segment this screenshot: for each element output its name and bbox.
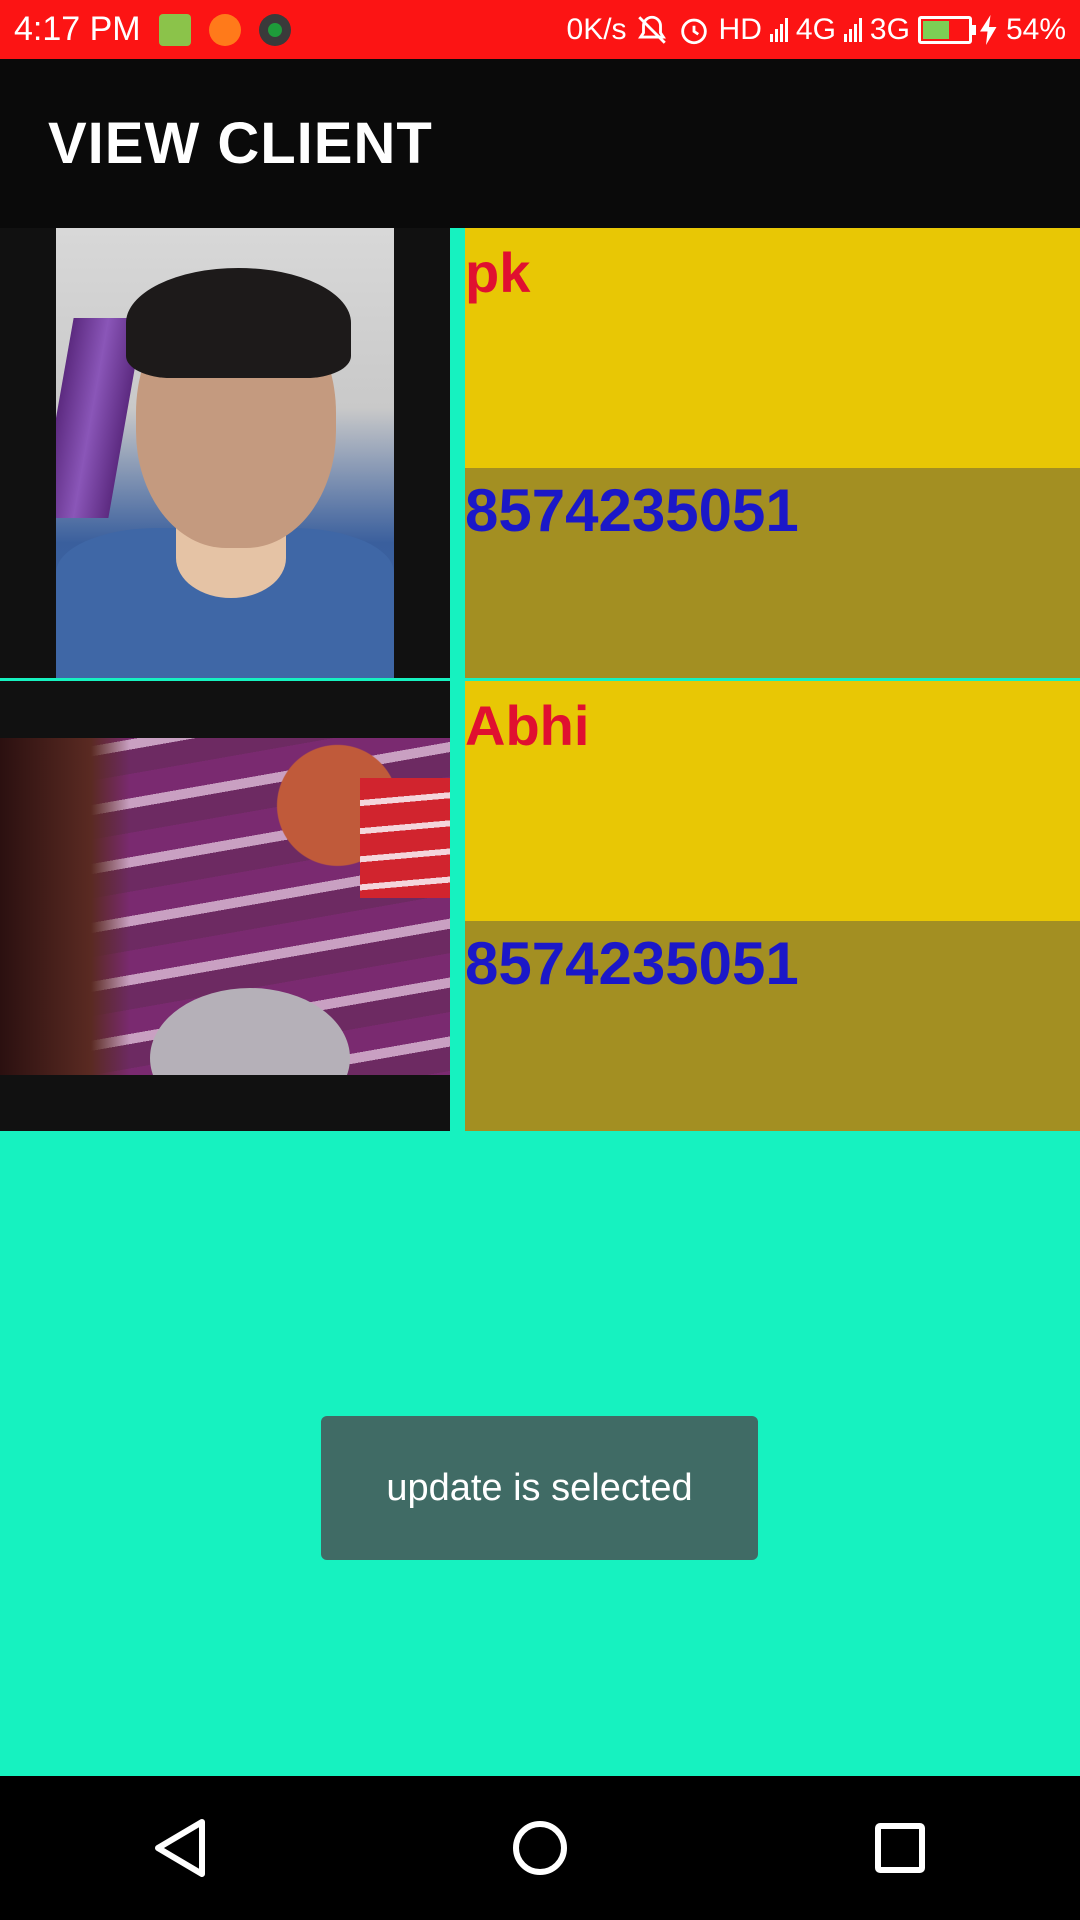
home-button[interactable] bbox=[480, 1788, 600, 1908]
recents-icon bbox=[875, 1823, 925, 1873]
client-phone: 8574235051 bbox=[465, 930, 799, 997]
battery-icon bbox=[917, 15, 976, 44]
client-phone: 8574235051 bbox=[465, 477, 799, 544]
hd-label: HD bbox=[718, 12, 762, 46]
alarm-icon bbox=[680, 18, 707, 44]
mute-icon bbox=[637, 15, 666, 44]
client-phone-cell: 8574235051 bbox=[465, 468, 1080, 678]
status-bar: 4:17 PM 0K/s HD 4G 3G 54% bbox=[0, 0, 1080, 59]
page-title: VIEW CLIENT bbox=[48, 111, 433, 176]
signal-icon bbox=[769, 17, 788, 42]
network-3g: 3G bbox=[869, 12, 910, 46]
crop-icon bbox=[208, 13, 241, 46]
client-photo bbox=[56, 228, 394, 678]
client-list: pk 8574235051 Abhi 8574235051 bbox=[0, 228, 1080, 1131]
client-row[interactable]: Abhi 8574235051 bbox=[0, 681, 1080, 1131]
signal-icon bbox=[843, 17, 862, 42]
net-speed: 0K/s bbox=[566, 12, 627, 46]
row-divider bbox=[450, 681, 465, 1131]
status-time: 4:17 PM bbox=[14, 10, 141, 48]
client-phone-cell: 8574235051 bbox=[465, 921, 1080, 1131]
home-icon bbox=[513, 1821, 567, 1875]
charging-icon bbox=[979, 14, 997, 45]
back-icon bbox=[155, 1819, 205, 1877]
client-name: pk bbox=[465, 241, 531, 304]
client-photo bbox=[0, 738, 450, 1075]
client-photo-area bbox=[0, 228, 450, 678]
client-photo-area bbox=[0, 681, 450, 1131]
client-name-cell: Abhi bbox=[465, 681, 1080, 921]
phone-call-icon bbox=[258, 13, 291, 46]
battery-percent: 54% bbox=[1005, 12, 1066, 46]
store-icon bbox=[158, 13, 191, 46]
back-button[interactable] bbox=[120, 1788, 240, 1908]
client-name-cell: pk bbox=[465, 228, 1080, 468]
client-row[interactable]: pk 8574235051 bbox=[0, 228, 1080, 678]
row-divider bbox=[450, 228, 465, 678]
navigation-bar bbox=[0, 1776, 1080, 1920]
recents-button[interactable] bbox=[840, 1788, 960, 1908]
app-bar: VIEW CLIENT bbox=[0, 59, 1080, 228]
network-4g: 4G bbox=[795, 12, 836, 46]
client-name: Abhi bbox=[465, 694, 590, 757]
toast-message: update is selected bbox=[321, 1416, 758, 1560]
